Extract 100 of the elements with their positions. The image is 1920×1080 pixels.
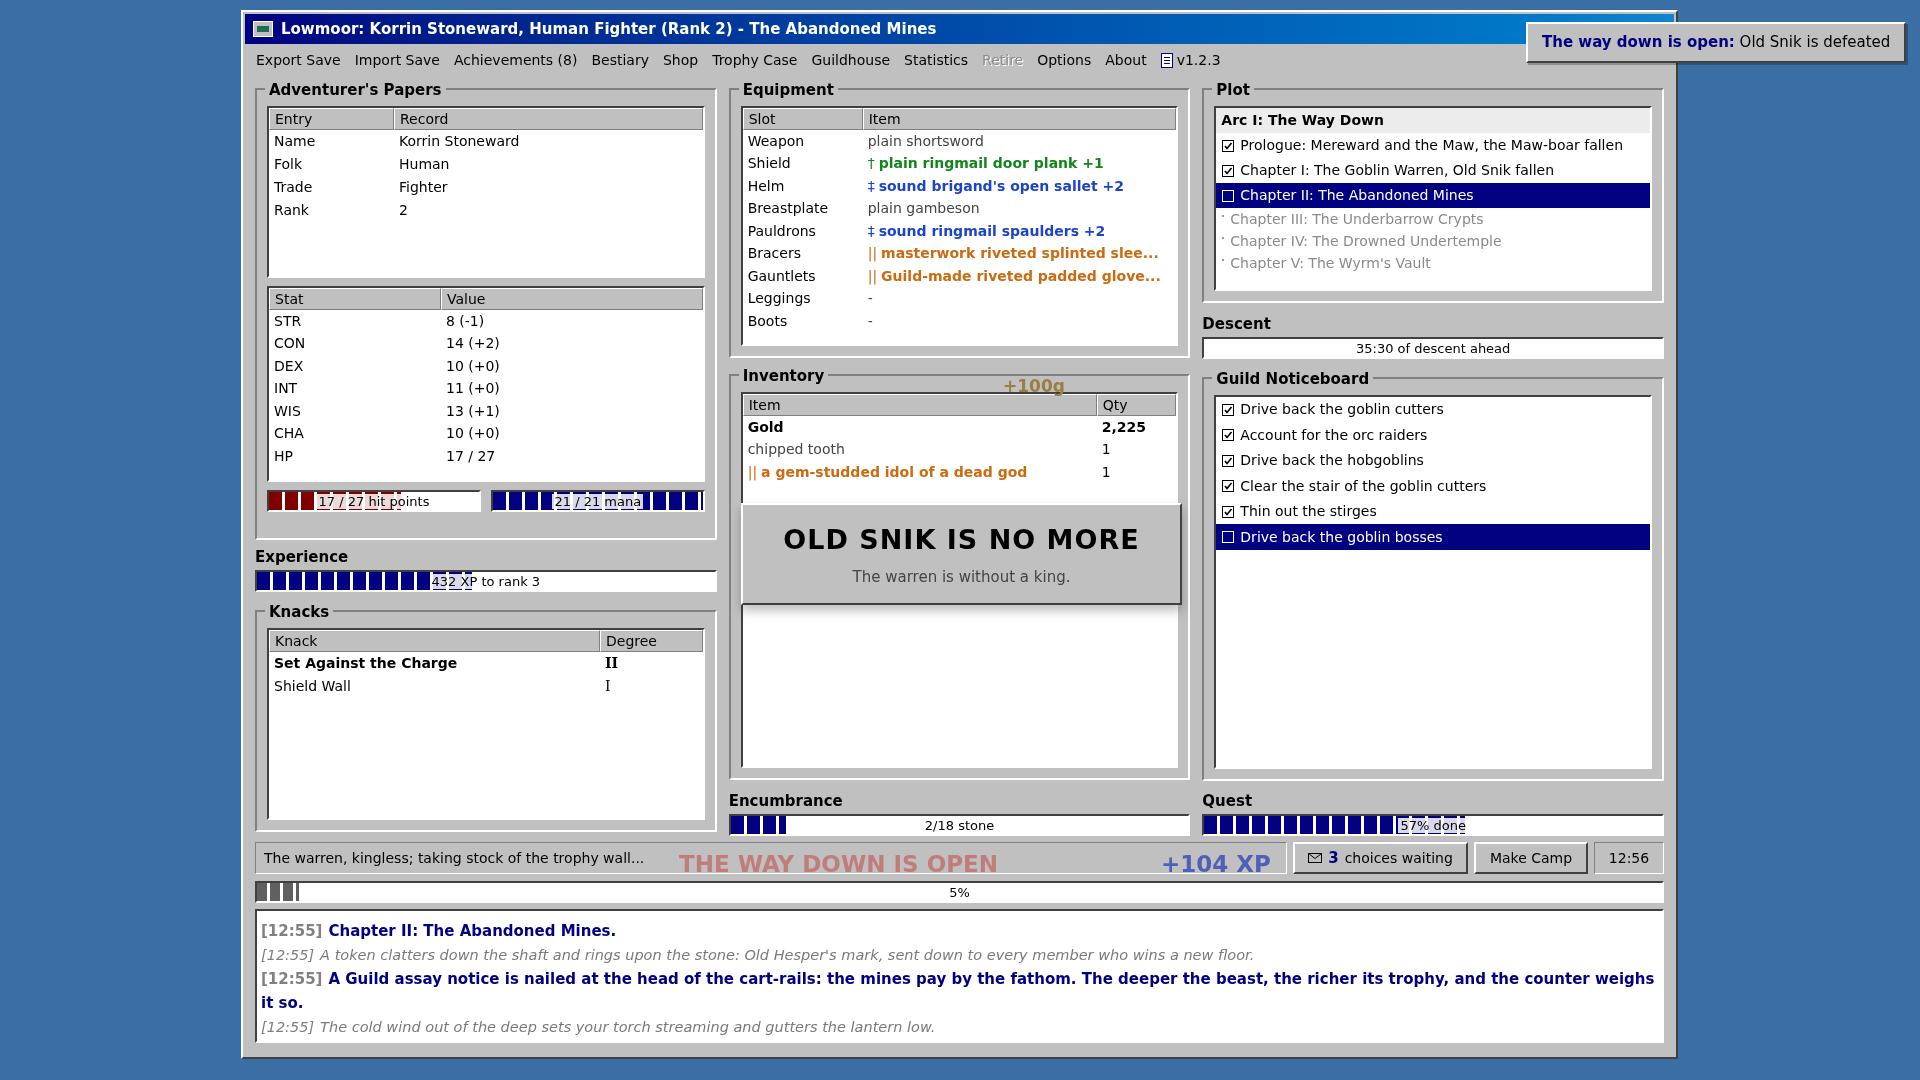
menu-item[interactable]: Achievements (8) — [446, 48, 585, 72]
menu-item[interactable]: Export Save — [249, 48, 348, 72]
table-cell-text: Trade — [274, 178, 314, 197]
table-cell-text: Helm — [747, 176, 786, 196]
plot-item[interactable]: Chapter III: The Underbarrow Crypts — [1216, 208, 1650, 230]
progress-label: 21 / 21 mana — [552, 493, 644, 509]
table-cell-text: Leggings — [747, 289, 812, 309]
progress-label: 57% done — [1398, 817, 1468, 833]
table-cell-text: Bracers — [747, 244, 802, 264]
log-entry: [12:55] Chapter II: The Abandoned Mines. — [261, 921, 618, 942]
checkbox[interactable] — [1222, 480, 1235, 493]
menu-item[interactable]: Statistics — [897, 48, 976, 72]
table-cell-text: 14 (+2) — [446, 334, 500, 354]
table-cell-text: Folk — [274, 155, 304, 174]
table-cell-text: Boots — [747, 311, 789, 331]
table-cell-text: Shield — [747, 154, 792, 174]
app-icon — [253, 21, 273, 37]
plot-item[interactable]: Chapter IV: The Drowned Undertemple — [1216, 230, 1650, 252]
table-cell-text: 1 — [1101, 440, 1111, 460]
popup-title: OLD SNIK IS NO MORE — [783, 522, 1140, 557]
column-header[interactable]: Entry — [269, 108, 394, 130]
table-cell-text: ‡ sound brigand's open sallet +2 — [867, 176, 1124, 196]
column-header[interactable]: Stat — [269, 288, 441, 310]
floating-text: THE WAY DOWN IS OPEN — [679, 850, 999, 879]
choices-button[interactable]: 3 choices waiting — [1293, 842, 1468, 874]
menu-item[interactable]: Trophy Case — [705, 48, 805, 72]
section-label: Experience — [255, 546, 350, 568]
column-header[interactable]: Item — [862, 108, 1177, 130]
table-cell-text: || masterwork riveted splinted slee... — [867, 244, 1159, 264]
make-camp-button[interactable]: Make Camp — [1474, 842, 1588, 874]
table-cell-text: ‡ sound ringmail spaulders +2 — [867, 221, 1106, 241]
table-cell-text: 2 — [399, 201, 408, 220]
table-cell-text: Rank — [274, 201, 310, 220]
table-cell-text: HP — [274, 446, 294, 466]
table-cell-text: II — [605, 654, 619, 673]
table-cell-text: || a gem-studded idol of a dead god — [747, 462, 1029, 483]
column-header[interactable]: Knack — [269, 630, 600, 652]
menu-item[interactable]: Guildhouse — [804, 48, 898, 72]
section-label: Encumbrance — [728, 790, 844, 812]
document-icon — [1160, 52, 1173, 68]
table-cell-text: WIS — [274, 401, 302, 421]
checkbox[interactable] — [1222, 403, 1235, 416]
log-entry: [12:55] The cold wind out of the deep sets your torch streaming and gutters the lantern low. — [261, 1018, 937, 1037]
table-cell-text: || Guild-made riveted padded glove... — [867, 266, 1161, 287]
table-cell-text: - — [867, 311, 873, 331]
notice-item[interactable]: Account for the orc raiders — [1216, 422, 1650, 448]
checkbox[interactable] — [1222, 139, 1235, 152]
table-cell-text: Gold — [747, 417, 785, 437]
section-label: Descent — [1202, 313, 1272, 335]
table-cell-text: † plain ringmail door plank +1 — [867, 154, 1104, 174]
notice-item[interactable]: Thin out the stirges — [1216, 498, 1650, 525]
table-cell-text: Human — [399, 155, 450, 174]
table-cell-text: INT — [274, 379, 299, 399]
floating-text: +104 XP — [1161, 850, 1271, 879]
table-cell-text: 10 (+0) — [446, 424, 500, 444]
table-cell-text: DEX — [274, 356, 305, 376]
table-cell-text: 17 / 27 — [446, 446, 496, 466]
table-cell-text: Gauntlets — [747, 266, 817, 286]
table-cell-text: Weapon — [747, 131, 806, 151]
checkbox[interactable] — [1222, 505, 1235, 518]
log-entry: [12:55] A token clatters down the shaft and rings upon the stone: Old Hesper's mark, sent down to every member who wins a new floor. — [261, 946, 1256, 965]
column-header[interactable]: Slot — [742, 108, 863, 130]
popup-text: The warren is without a king. — [852, 567, 1071, 589]
plot-item[interactable]: Chapter I: The Goblin Warren, Old Snik fallen — [1216, 158, 1650, 183]
version-link[interactable]: v1.2.3 — [1153, 48, 1228, 72]
menu-item[interactable]: Shop — [655, 48, 706, 72]
section-label: Quest — [1202, 790, 1254, 812]
table-cell-text: 13 (+1) — [446, 401, 500, 421]
column-header[interactable]: Degree — [600, 630, 703, 652]
checkbox[interactable] — [1222, 429, 1235, 442]
table-cell-text: Name — [274, 132, 317, 151]
table-cell-text: Fighter — [399, 178, 448, 197]
column-header[interactable]: Value — [441, 288, 703, 310]
arc-header[interactable]: Arc I: The Way Down — [1216, 108, 1650, 133]
plot-item[interactable]: Chapter II: The Abandoned Mines — [1216, 183, 1650, 208]
progress-label: 17 / 27 hit points — [316, 493, 432, 509]
column-header[interactable]: Record — [394, 108, 703, 130]
menu-item[interactable]: Bestiary — [584, 48, 656, 72]
table-cell-text: Breastplate — [747, 199, 830, 219]
table-cell-text: plain shortsword — [867, 131, 984, 151]
table-cell-text: 8 (-1) — [446, 311, 485, 331]
checkbox[interactable] — [1222, 454, 1235, 467]
notice-item[interactable]: Drive back the goblin bosses — [1216, 524, 1650, 550]
notice-item[interactable]: Drive back the hobgoblins — [1216, 447, 1650, 474]
table-cell-text: Shield Wall — [274, 677, 352, 696]
notice-item[interactable]: Drive back the goblin cutters — [1216, 396, 1650, 423]
plot-item[interactable]: Prologue: Mereward and the Maw, the Maw-boar fallen — [1216, 133, 1650, 158]
table-cell-text: Set Against the Charge — [274, 654, 459, 673]
progress-label: 35:30 of descent ahead — [1354, 340, 1513, 356]
table-cell-text: Korrin Stoneward — [399, 132, 520, 151]
menu-item[interactable]: Import Save — [347, 48, 447, 72]
notice-item[interactable]: Clear the stair of the goblin cutters — [1216, 473, 1650, 499]
menu-item[interactable]: Options — [1030, 48, 1099, 72]
table-cell-text: 11 (+0) — [446, 379, 500, 399]
checkbox[interactable] — [1222, 164, 1235, 177]
log-entry: [12:55] A Guild assay notice is nailed at the head of the cart-rails: the mines pay by the fathom. The deeper the beast, the richer its trophy, and the counter weighs it so. — [261, 969, 1656, 1014]
menu-item[interactable]: About — [1098, 48, 1154, 72]
window-title: Lowmoor: Korrin Stoneward, Human Fighter (Rank 2) - The Abandoned Mines — [281, 18, 937, 40]
table-cell-text: - — [867, 289, 873, 309]
table-cell-text: chipped tooth — [747, 440, 846, 460]
